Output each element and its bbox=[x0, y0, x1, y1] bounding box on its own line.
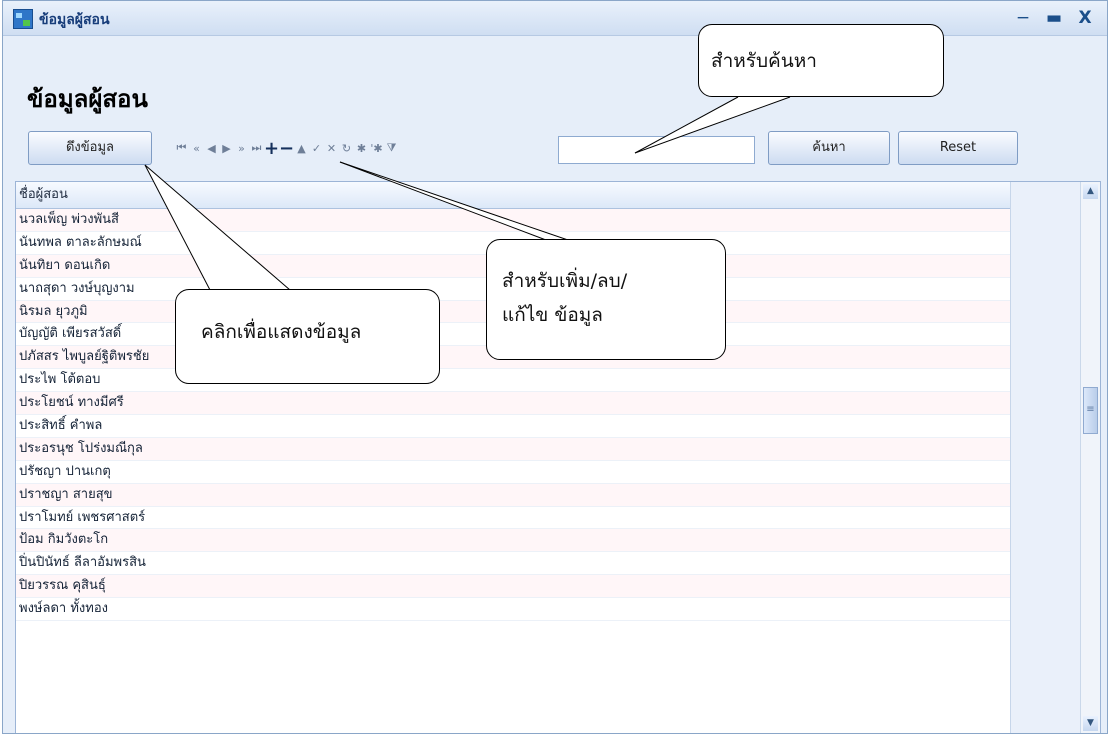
minimize-button[interactable]: − bbox=[1011, 7, 1035, 29]
apply-edit-icon[interactable]: ✓ bbox=[309, 142, 324, 155]
table-row[interactable]: นวลเพ็ญ พ่วงพันสี bbox=[16, 209, 1010, 232]
table-row[interactable]: ประโยชน์ ทางมีศรี bbox=[16, 392, 1010, 416]
prev-page-icon[interactable]: « bbox=[189, 142, 204, 155]
search-button[interactable]: ค้นหา bbox=[768, 131, 890, 165]
app-icon bbox=[13, 9, 33, 29]
next-record-icon[interactable]: ▶ bbox=[219, 142, 234, 155]
table-row[interactable]: ประอรนุช โปร่งมณีกุล bbox=[16, 437, 1010, 461]
fetch-data-button[interactable]: ดึงข้อมูล bbox=[28, 131, 152, 165]
first-record-icon[interactable]: ⏮ bbox=[174, 141, 189, 155]
refresh-icon[interactable]: ↻ bbox=[339, 142, 354, 155]
edit-annotation-line-1: สำหรับเพิ่ม/ลบ/ bbox=[502, 270, 628, 292]
cancel-edit-icon[interactable]: ✕ bbox=[324, 142, 339, 155]
fetch-annotation-text: คลิกเพื่อแสดงข้อมูล bbox=[201, 321, 362, 343]
table-row[interactable]: ปิยวรรณ คุสินธุ์ bbox=[16, 575, 1010, 599]
goto-bookmark-icon[interactable]: '✱ bbox=[369, 142, 384, 155]
delete-record-icon[interactable]: − bbox=[279, 138, 294, 159]
table-row[interactable]: พงษ์ลดา ทั้งทอง bbox=[16, 598, 1010, 622]
add-record-icon[interactable]: + bbox=[264, 138, 279, 159]
search-annotation: สำหรับค้นหา bbox=[698, 24, 944, 97]
search-annotation-text: สำหรับค้นหา bbox=[711, 50, 817, 72]
table-row[interactable]: ปราชญา สายสุข bbox=[16, 483, 1010, 507]
reset-button[interactable]: Reset bbox=[898, 131, 1018, 165]
column-header-teacher-name[interactable]: ชื่อผู้สอน bbox=[16, 182, 1010, 209]
table-row[interactable]: ป้อม กิมวังตะโก bbox=[16, 529, 1010, 553]
app-window: ข้อมูลผู้สอน − ▬ X ข้อมูลผู้สอน ดึงข้อมู… bbox=[2, 0, 1108, 734]
fetch-annotation: คลิกเพื่อแสดงข้อมูล bbox=[175, 289, 440, 384]
page-title: ข้อมูลผู้สอน bbox=[27, 85, 148, 113]
scroll-thumb[interactable]: ≡ bbox=[1083, 387, 1098, 434]
window-title: ข้อมูลผู้สอน bbox=[39, 12, 110, 28]
search-input[interactable] bbox=[558, 136, 755, 164]
maximize-button[interactable]: ▬ bbox=[1042, 7, 1066, 29]
last-record-icon[interactable]: ⏭ bbox=[249, 141, 264, 155]
scroll-up-icon[interactable]: ▲ bbox=[1083, 184, 1098, 199]
table-row[interactable]: ปราโมทย์ เพชรศาสตร์ bbox=[16, 506, 1010, 530]
next-page-icon[interactable]: » bbox=[234, 142, 249, 155]
edit-annotation-line-2: แก้ไข ข้อมูล bbox=[502, 304, 603, 326]
vertical-scrollbar[interactable]: ▲ ≡ ▼ bbox=[1080, 182, 1100, 733]
table-row[interactable]: ปิ่นปินัทธ์ ลีลาอัมพรสิน bbox=[16, 552, 1010, 576]
table-row[interactable]: ปรัชญา ปานเกตุ bbox=[16, 460, 1010, 484]
table-row[interactable]: ประสิทธิ์ คำพล bbox=[16, 415, 1010, 438]
filter-icon[interactable]: ⧩ bbox=[384, 141, 399, 155]
grid-empty-area bbox=[1010, 182, 1083, 733]
table-row[interactable]: ประไพ โต้ตอบ bbox=[16, 369, 1010, 393]
edit-record-icon[interactable]: ▲ bbox=[294, 142, 309, 155]
scroll-down-icon[interactable]: ▼ bbox=[1083, 716, 1098, 731]
prev-record-icon[interactable]: ◀ bbox=[204, 142, 219, 155]
bookmark-icon[interactable]: ✱ bbox=[354, 142, 369, 155]
close-button[interactable]: X bbox=[1073, 7, 1097, 29]
edit-annotation: สำหรับเพิ่ม/ลบ/ แก้ไข ข้อมูล bbox=[486, 239, 726, 360]
record-navigator: ⏮ « ◀ ▶ » ⏭ + − ▲ ✓ ✕ ↻ ✱ '✱ ⧩ bbox=[174, 137, 399, 159]
